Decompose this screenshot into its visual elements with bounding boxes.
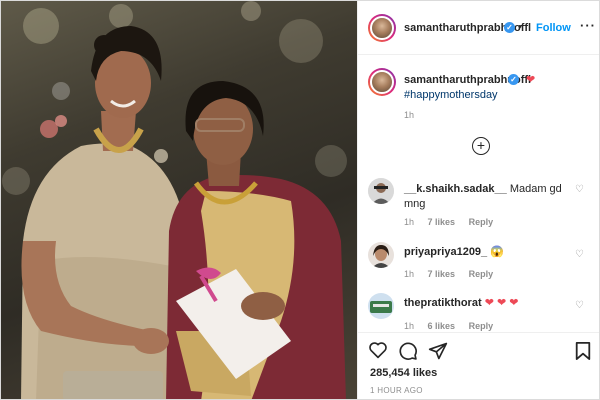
comment-meta: 1h 7 likes Reply [404,217,504,227]
verified-badge-icon: ✓ [504,22,515,33]
avatar-image [368,293,394,319]
photo-illustration [2,1,347,399]
comment-text: ❤ ❤ ❤ [484,297,519,309]
caption-time: 1h [404,110,415,120]
post-timestamp: 1 HOUR AGO [370,386,423,395]
comment-username[interactable]: __k.shaikh.sadak__ [404,183,507,195]
post-actions: 285,454 likes 1 HOUR AGO [358,332,599,399]
comment-meta: 1h 7 likes Reply [404,269,504,279]
post-side-panel: samantharuthprabhuoffl ✓ • Follow ··· sa… [357,1,599,399]
caption-avatar[interactable] [368,68,396,96]
heart-icon[interactable]: ♡ [575,184,584,195]
instagram-post-window: samantharuthprabhuoffl ✓ • Follow ··· sa… [0,0,600,400]
comment-username[interactable]: priyapriya1209_ [404,246,487,258]
reply-button[interactable]: Reply [469,217,494,227]
comment-time: 1h [404,321,415,331]
caption-hashtag[interactable]: #happymothersday [404,89,498,101]
avatar-image [368,178,394,204]
comment-time: 1h [404,217,415,227]
reply-button[interactable]: Reply [469,269,494,279]
comment-text-block: priyapriya1209_ 😱 [404,245,580,260]
share-icon[interactable] [428,341,448,366]
bookmark-icon[interactable] [574,341,592,366]
more-icon[interactable]: ··· [580,18,596,33]
comment-text: 😱 [490,246,504,258]
comment-time: 1h [404,269,415,279]
comment-meta: 1h 6 likes Reply [404,321,504,331]
add-circle-icon[interactable]: + [472,137,490,155]
verified-badge-icon: ✓ [508,74,519,85]
post-photo[interactable] [1,1,357,399]
heart-icon[interactable] [368,341,388,364]
heart-icon[interactable]: ♡ [575,300,584,311]
avatar[interactable] [368,14,396,42]
follow-button[interactable]: Follow [536,22,571,34]
separator-dot: • [518,21,522,33]
comment-text-block: thepratikthorat ❤ ❤ ❤ [404,296,580,311]
comment-likes[interactable]: 6 likes [428,321,456,331]
comment-likes[interactable]: 7 likes [428,269,456,279]
heart-icon[interactable]: ♡ [575,249,584,260]
caption-heart-emoji: ❤ [526,74,536,86]
comment-likes[interactable]: 7 likes [428,217,456,227]
comment-avatar[interactable] [368,293,394,319]
reply-button[interactable]: Reply [469,321,494,331]
comment-username[interactable]: thepratikthorat [404,297,482,309]
post-header: samantharuthprabhuoffl ✓ • Follow ··· [358,1,599,55]
comment-avatar[interactable] [368,178,394,204]
comment-icon[interactable] [398,341,418,366]
comment-avatar[interactable] [368,242,394,268]
likes-count[interactable]: 285,454 likes [370,367,437,379]
avatar-image [368,242,394,268]
comment-text-block: __k.shaikh.sadak__ Madam gd mng [404,182,580,212]
